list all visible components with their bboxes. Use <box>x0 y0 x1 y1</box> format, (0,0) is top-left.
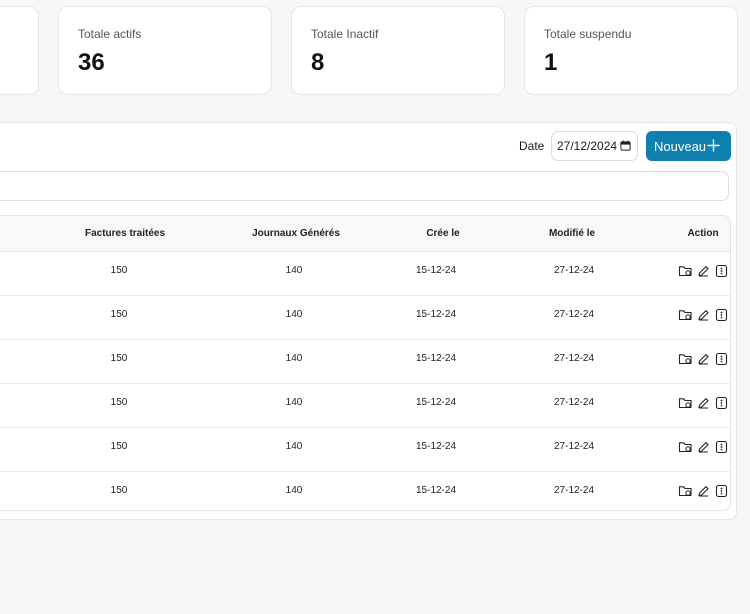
cell-cree-le: 15-12-24 <box>415 265 457 276</box>
stat-label: Totale Inactif <box>311 27 379 41</box>
new-button[interactable]: Nouveau <box>646 131 731 161</box>
cell-factures: 150 <box>110 485 128 496</box>
cell-journaux: 140 <box>285 441 303 452</box>
cell-journaux: 140 <box>285 309 303 320</box>
cell-cree-le: 15-12-24 <box>415 441 457 452</box>
cell-journaux: 140 <box>285 485 303 496</box>
cell-factures: 150 <box>110 397 128 408</box>
cell-modifie-le: 27-12-24 <box>553 265 595 276</box>
search-input[interactable] <box>0 171 729 201</box>
table-row: 150 140 15-12-24 27-12-24 <box>0 252 730 296</box>
folder-icon[interactable] <box>678 264 693 278</box>
date-input[interactable]: 27/12/2024 <box>551 131 638 161</box>
cell-modifie-le: 27-12-24 <box>553 397 595 408</box>
header-factures[interactable]: Factures traitées <box>85 228 165 239</box>
edit-icon[interactable] <box>696 352 711 366</box>
more-icon[interactable] <box>714 396 729 410</box>
row-actions <box>678 440 729 454</box>
more-icon[interactable] <box>714 352 729 366</box>
stat-card-suspendu: Totale suspendu 1 <box>524 6 738 95</box>
edit-icon[interactable] <box>696 308 711 322</box>
stat-card-partial <box>0 6 39 95</box>
cell-modifie-le: 27-12-24 <box>553 309 595 320</box>
table-row: 150 140 15-12-24 27-12-24 <box>0 428 730 472</box>
plus-icon <box>707 139 720 152</box>
cell-cree-le: 15-12-24 <box>415 309 457 320</box>
stat-value: 8 <box>311 49 325 76</box>
cell-cree-le: 15-12-24 <box>415 353 457 364</box>
date-value: 27/12/2024 <box>557 139 618 153</box>
table-header: Factures traitées Journaux Générés Crée … <box>0 216 730 252</box>
cell-factures: 150 <box>110 265 128 276</box>
header-modifie-le[interactable]: Modifié le <box>549 228 595 239</box>
stat-value: 36 <box>78 49 105 76</box>
cell-factures: 150 <box>110 309 128 320</box>
more-icon[interactable] <box>714 440 729 454</box>
more-icon[interactable] <box>714 484 729 498</box>
cell-factures: 150 <box>110 353 128 364</box>
row-actions <box>678 396 729 410</box>
calendar-icon[interactable] <box>620 140 631 151</box>
table-row: 150 140 15-12-24 27-12-24 <box>0 472 730 510</box>
cell-journaux: 140 <box>285 265 303 276</box>
edit-icon[interactable] <box>696 264 711 278</box>
cell-modifie-le: 27-12-24 <box>553 485 595 496</box>
folder-icon[interactable] <box>678 396 693 410</box>
cell-journaux: 140 <box>285 397 303 408</box>
stat-card-actifs: Totale actifs 36 <box>58 6 272 95</box>
data-table: Factures traitées Journaux Générés Crée … <box>0 215 731 511</box>
cell-cree-le: 15-12-24 <box>415 397 457 408</box>
header-journaux[interactable]: Journaux Générés <box>252 228 340 239</box>
cell-factures: 150 <box>110 441 128 452</box>
edit-icon[interactable] <box>696 440 711 454</box>
stat-card-inactif: Totale Inactif 8 <box>291 6 505 95</box>
folder-icon[interactable] <box>678 484 693 498</box>
folder-icon[interactable] <box>678 308 693 322</box>
stat-label: Totale actifs <box>78 27 142 41</box>
date-label: Date <box>519 139 545 153</box>
stat-value: 1 <box>544 49 558 76</box>
cell-modifie-le: 27-12-24 <box>553 353 595 364</box>
row-actions <box>678 484 729 498</box>
row-actions <box>678 264 729 278</box>
row-actions <box>678 308 729 322</box>
new-button-label: Nouveau <box>654 138 707 154</box>
table-row: 150 140 15-12-24 27-12-24 <box>0 340 730 384</box>
table-row: 150 140 15-12-24 27-12-24 <box>0 384 730 428</box>
more-icon[interactable] <box>714 308 729 322</box>
table-row: 150 140 15-12-24 27-12-24 <box>0 296 730 340</box>
folder-icon[interactable] <box>678 440 693 454</box>
row-actions <box>678 352 729 366</box>
cell-cree-le: 15-12-24 <box>415 485 457 496</box>
header-action: Action <box>687 228 719 239</box>
cell-journaux: 140 <box>285 353 303 364</box>
edit-icon[interactable] <box>696 396 711 410</box>
edit-icon[interactable] <box>696 484 711 498</box>
cell-modifie-le: 27-12-24 <box>553 441 595 452</box>
folder-icon[interactable] <box>678 352 693 366</box>
header-cree-le[interactable]: Crée le <box>426 228 459 239</box>
more-icon[interactable] <box>714 264 729 278</box>
stat-label: Totale suspendu <box>544 27 632 41</box>
